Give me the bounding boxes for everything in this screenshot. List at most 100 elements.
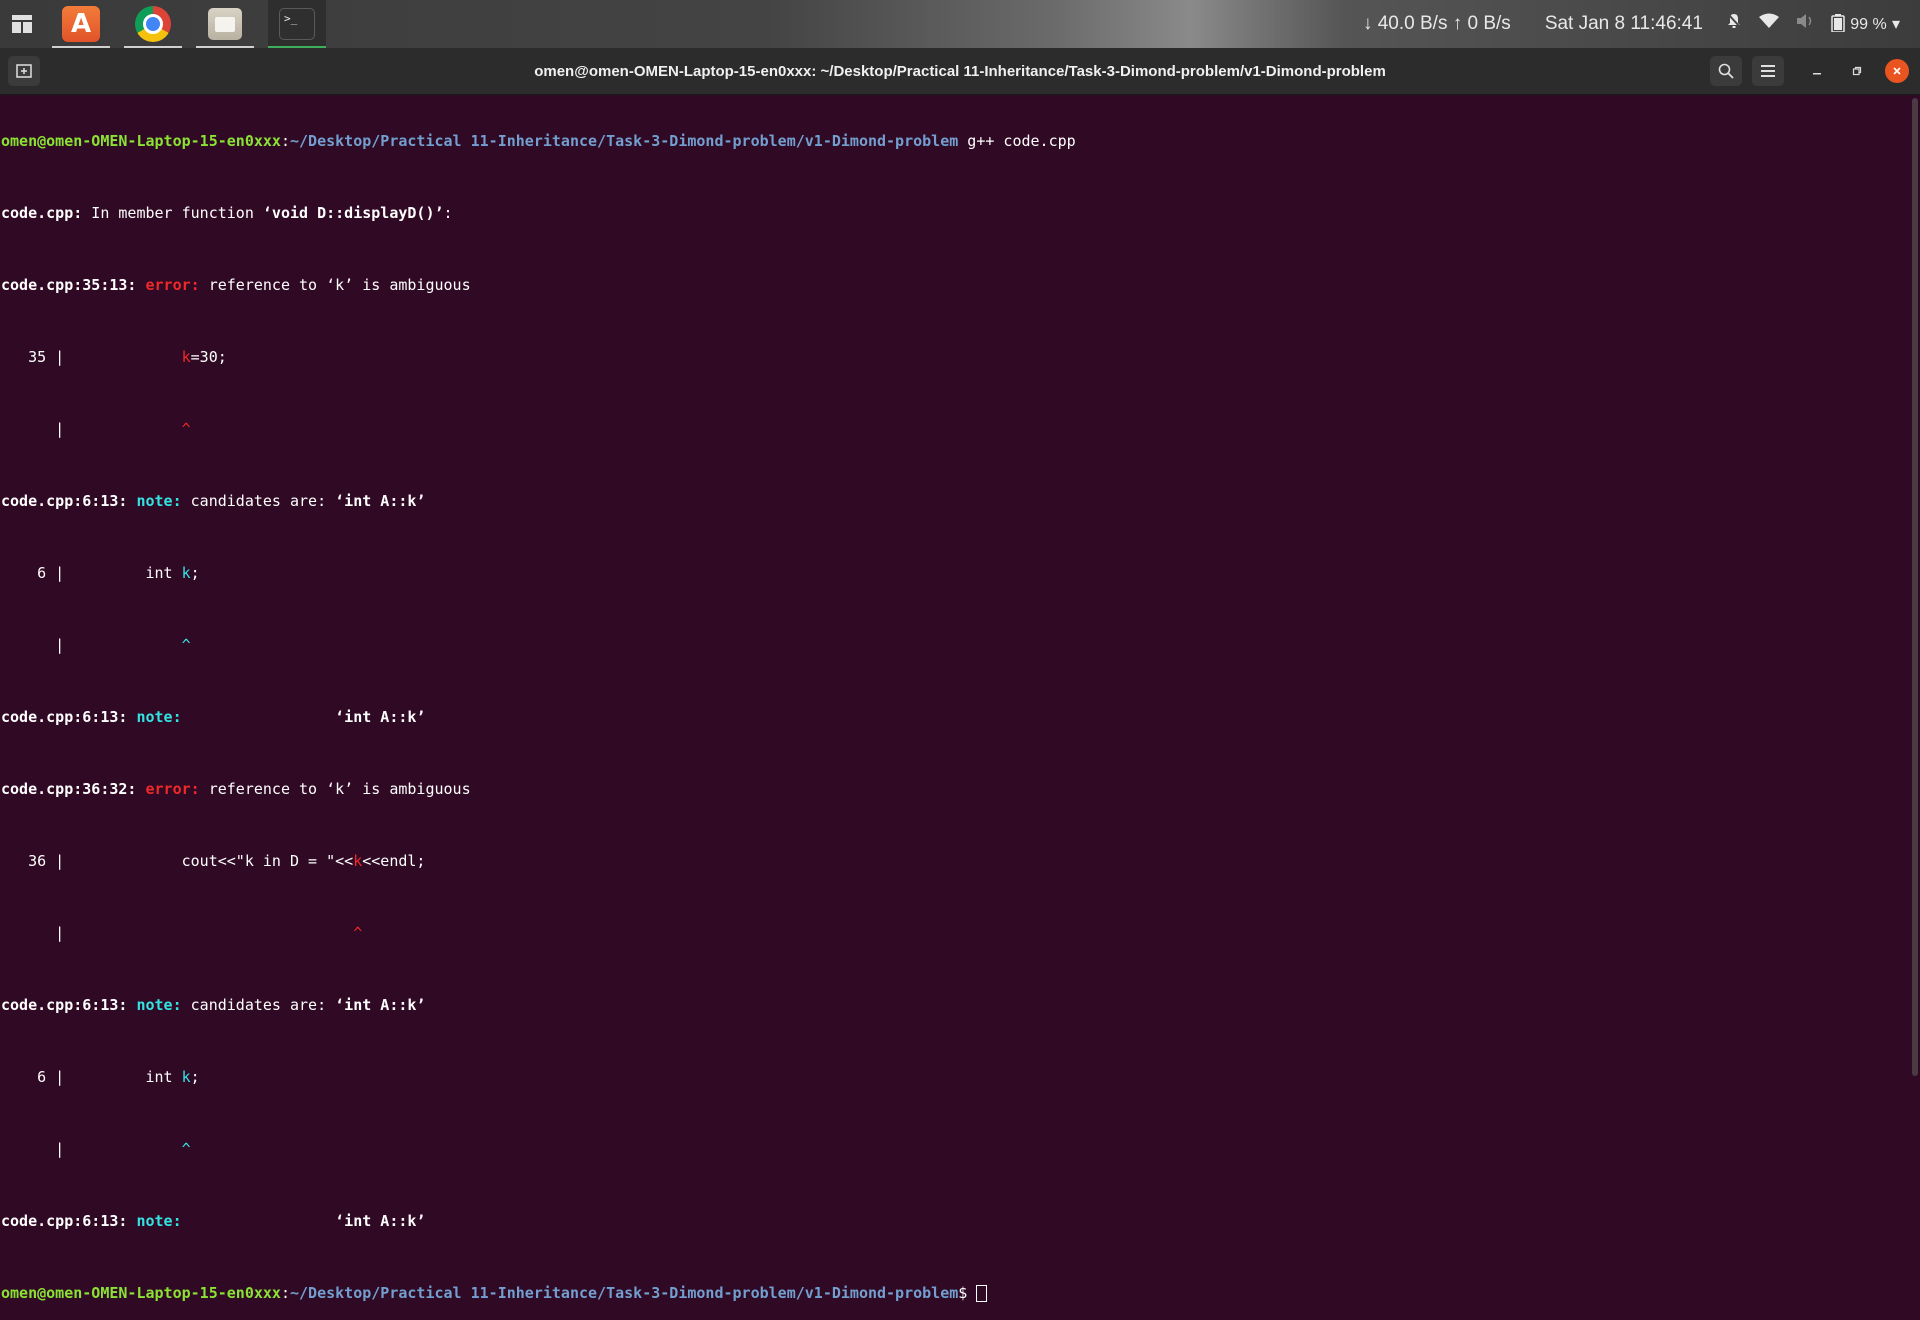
hamburger-menu-icon xyxy=(1761,65,1775,77)
close-button[interactable] xyxy=(1885,59,1909,83)
source-line: 35 | xyxy=(1,348,182,366)
diag-location: code.cpp:6:13: xyxy=(1,1212,128,1230)
terminal-scrollbar[interactable] xyxy=(1912,98,1918,1076)
source-highlight: k xyxy=(353,852,363,870)
terminal-line: | ^ xyxy=(1,420,1907,438)
search-icon xyxy=(1718,63,1734,79)
note-tag: note: xyxy=(127,708,182,726)
battery-percent: 99 % xyxy=(1850,16,1887,33)
time-label: 11:46:41 xyxy=(1630,13,1703,34)
network-speed[interactable]: ↓ 40.0 B/s ↑ 0 B/s xyxy=(1363,13,1511,35)
menu-button[interactable] xyxy=(1752,56,1784,86)
diag-text xyxy=(182,1212,336,1230)
source-line: ; xyxy=(190,564,200,582)
source-line: ; xyxy=(190,1068,200,1086)
software-store-launcher[interactable]: A xyxy=(52,0,110,48)
note-tag: note: xyxy=(127,996,182,1014)
diag-text: : xyxy=(443,204,453,222)
diag-location: code.cpp:6:13: xyxy=(1,492,128,510)
command-text: g++ code.cpp xyxy=(958,132,1076,150)
terminal-headerbar: omen@omen-OMEN-Laptop-15-en0xxx: ~/Deskt… xyxy=(0,48,1920,95)
system-tray: ↓ 40.0 B/s ↑ 0 B/s Sat Jan 8 11:46:41 99… xyxy=(1363,0,1900,48)
diag-candidate: ‘int A::k’ xyxy=(335,996,426,1014)
chrome-launcher[interactable] xyxy=(124,0,182,48)
app-grid-button[interactable] xyxy=(0,0,44,48)
minimize-button[interactable] xyxy=(1805,59,1829,83)
terminal-line: code.cpp:6:13: note: ‘int A::k’ xyxy=(1,1212,1907,1230)
source-line: 36 | cout<<"k in D = "<< xyxy=(1,852,354,870)
terminal-line: 35 | k=30; xyxy=(1,348,1907,366)
minimize-icon xyxy=(1813,73,1821,75)
net-up: ↑ 0 B/s xyxy=(1452,13,1511,34)
note-tag: note: xyxy=(127,492,182,510)
files-launcher[interactable] xyxy=(196,0,254,48)
diag-text xyxy=(182,708,336,726)
terminal-line: 6 | int k; xyxy=(1,564,1907,582)
diag-text: reference to ‘k’ is ambiguous xyxy=(199,780,471,798)
gutter: | xyxy=(1,924,354,942)
terminal-launcher[interactable]: >_ xyxy=(268,0,326,48)
diag-candidate: ‘int A::k’ xyxy=(335,1212,426,1230)
error-tag: error: xyxy=(136,276,200,294)
source-line: <<endl; xyxy=(362,852,426,870)
diag-location: code.cpp:36:32: xyxy=(1,780,137,798)
close-icon xyxy=(1893,67,1901,75)
terminal-icon: >_ xyxy=(279,8,315,40)
volume-muted-icon[interactable] xyxy=(1795,13,1815,35)
restore-icon xyxy=(1852,66,1862,76)
dock: A >_ xyxy=(0,0,340,48)
wifi-icon[interactable] xyxy=(1758,13,1779,35)
source-highlight: k xyxy=(181,564,191,582)
terminal-line: code.cpp:35:13: error: reference to ‘k’ … xyxy=(1,276,1907,294)
diag-location: code.cpp:35:13: xyxy=(1,276,137,294)
files-icon xyxy=(208,8,242,40)
terminal-line-command: omen@omen-OMEN-Laptop-15-en0xxx:~/Deskto… xyxy=(1,132,1076,150)
software-store-icon: A xyxy=(62,6,100,42)
terminal-line: 6 | int k; xyxy=(1,1068,1907,1086)
gutter: | xyxy=(1,1140,182,1158)
restore-button[interactable] xyxy=(1845,59,1869,83)
battery-icon xyxy=(1831,14,1845,33)
diag-text: reference to ‘k’ is ambiguous xyxy=(199,276,471,294)
prompt-path: ~/Desktop/Practical 11-Inheritance/Task-… xyxy=(290,1284,959,1302)
terminal-line: code.cpp: In member function ‘void D::di… xyxy=(1,204,1907,222)
caret-marker: ^ xyxy=(181,420,191,438)
date-label: Sat Jan 8 xyxy=(1544,13,1626,34)
prompt-symbol: $ xyxy=(958,1284,977,1302)
app-grid-icon xyxy=(12,15,32,33)
source-line: 6 | int xyxy=(1,1068,182,1086)
diag-candidate: ‘int A::k’ xyxy=(335,708,426,726)
source-line: =30; xyxy=(190,348,227,366)
clock[interactable]: Sat Jan 8 11:46:41 xyxy=(1545,13,1703,35)
terminal-line: | ^ xyxy=(1,1140,1907,1158)
diag-text: In member function xyxy=(82,204,263,222)
battery-indicator[interactable]: 99 % ▾ xyxy=(1831,13,1900,35)
search-button[interactable] xyxy=(1710,56,1742,86)
terminal-line: code.cpp:36:32: error: reference to ‘k’ … xyxy=(1,780,1907,798)
top-panel: A >_ ↓ 40.0 B/s ↑ 0 B/s Sat Jan 8 11:46:… xyxy=(0,0,1920,48)
caret-marker: ^ xyxy=(181,636,191,654)
notifications-muted-icon[interactable] xyxy=(1725,12,1743,36)
gutter: | xyxy=(1,420,182,438)
diag-text: candidates are: xyxy=(181,996,336,1014)
diag-candidate: ‘int A::k’ xyxy=(335,492,426,510)
source-highlight: k xyxy=(181,1068,191,1086)
diag-text: candidates are: xyxy=(181,492,336,510)
diag-location: code.cpp:6:13: xyxy=(1,708,128,726)
error-tag: error: xyxy=(136,780,200,798)
source-highlight: k xyxy=(181,348,191,366)
window-title: omen@omen-OMEN-Laptop-15-en0xxx: ~/Deskt… xyxy=(534,62,1386,80)
chrome-icon xyxy=(135,6,171,42)
source-line: 6 | int xyxy=(1,564,182,582)
diag-function: ‘void D::displayD()’ xyxy=(262,204,444,222)
net-down: ↓ 40.0 B/s xyxy=(1362,13,1448,34)
terminal-output[interactable]: omen@omen-OMEN-Laptop-15-en0xxx: ~/Deskto… xyxy=(0,96,1907,1302)
text-cursor xyxy=(976,1285,988,1302)
note-tag: note: xyxy=(127,1212,182,1230)
terminal-line-prompt: omen@omen-OMEN-Laptop-15-en0xxx:~/Deskto… xyxy=(1,1284,1907,1302)
gutter: | xyxy=(1,636,182,654)
terminal-line: | ^ xyxy=(1,924,1907,942)
terminal-line: | ^ xyxy=(1,636,1907,654)
diag-location: code.cpp: xyxy=(1,204,83,222)
caret-marker: ^ xyxy=(181,1140,191,1158)
